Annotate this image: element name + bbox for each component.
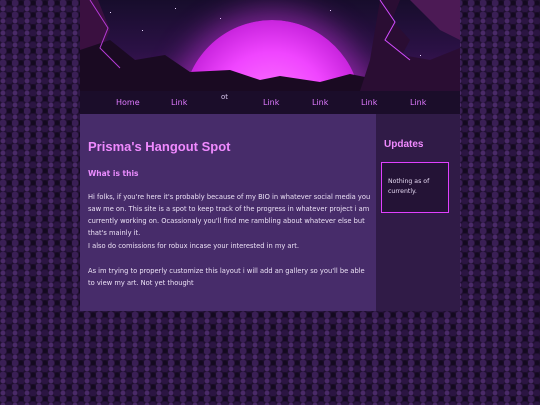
updates-text: Nothing as of currently. xyxy=(388,178,430,195)
commission-paragraph: I also do comissions for robux incase yo… xyxy=(88,242,300,250)
nav-link[interactable]: Link xyxy=(361,98,377,107)
nav-stray-text: ot xyxy=(221,93,229,101)
section-heading: What is this xyxy=(88,169,139,178)
updates-sidebar: Updates Nothing as of currently. xyxy=(376,114,460,311)
intro-paragraph: Hi folks, if you're here it's probably b… xyxy=(88,193,371,237)
header-banner xyxy=(80,0,460,91)
updates-box: Nothing as of currently. xyxy=(381,162,449,213)
page-container: Home Link ot Link Link Link Link Prisma'… xyxy=(80,0,460,311)
nav-link[interactable]: Link xyxy=(171,98,187,107)
main-content: Prisma's Hangout Spot What is this Hi fo… xyxy=(80,114,376,311)
nav-home-link[interactable]: Home xyxy=(116,98,140,107)
nav-link[interactable]: Link xyxy=(263,98,279,107)
mountain-silhouette-icon xyxy=(80,0,460,91)
nav-link[interactable]: Link xyxy=(410,98,426,107)
gallery-paragraph: As im trying to properly customize this … xyxy=(88,267,365,287)
updates-title: Updates xyxy=(384,139,424,150)
top-navigation: Home Link ot Link Link Link Link xyxy=(80,91,460,114)
page-title: Prisma's Hangout Spot xyxy=(88,139,231,154)
nav-link[interactable]: Link xyxy=(312,98,328,107)
